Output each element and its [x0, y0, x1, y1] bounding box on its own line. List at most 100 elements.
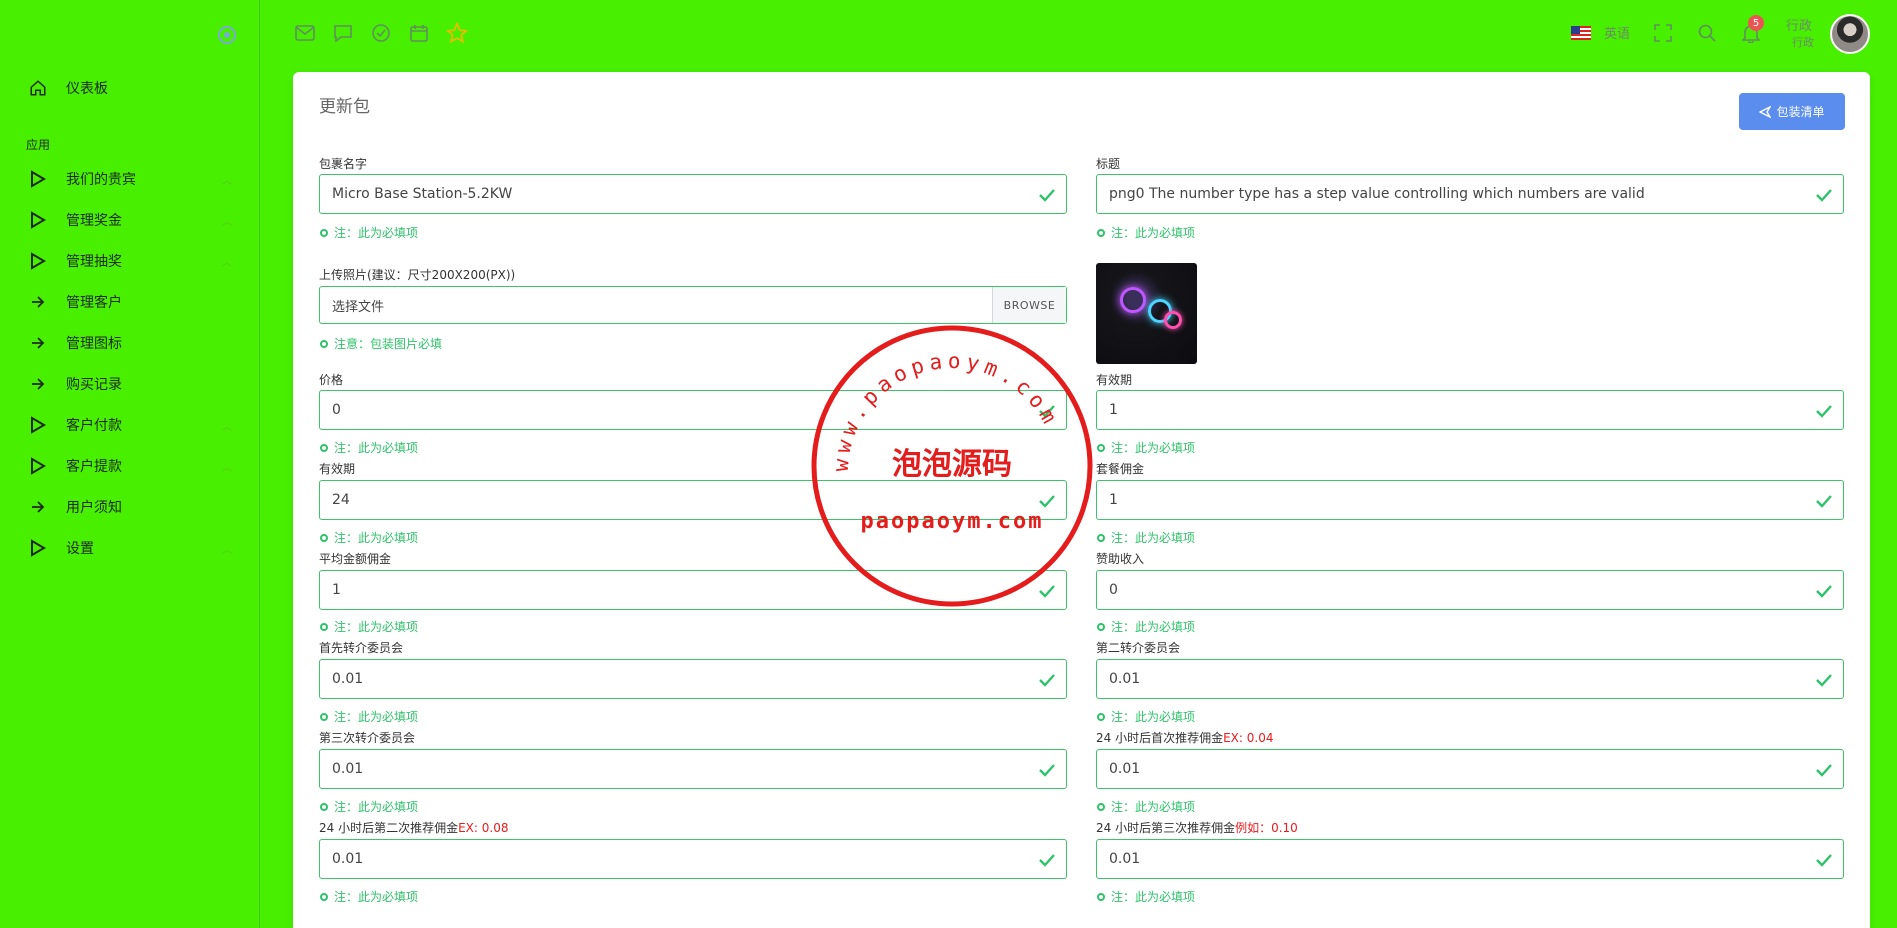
check-icon — [1816, 585, 1832, 598]
required-note-text: 注：此为必填项 — [1111, 800, 1196, 814]
flag-us-icon[interactable] — [1571, 25, 1591, 40]
avg-commission-input[interactable]: 1 — [319, 570, 1067, 610]
send-icon — [1759, 105, 1772, 118]
update-package-card: 更新包 包装清单 包裹名字 Micro Base Station-5.2KW 注… — [293, 72, 1870, 928]
browse-button[interactable]: BROWSE — [992, 287, 1066, 323]
play-icon — [28, 456, 48, 476]
note-dot-icon — [320, 228, 328, 237]
note-dot-icon — [320, 892, 328, 901]
second-referral-label: 第二转介委员会 — [1096, 641, 1181, 655]
required-note-text: 注：此为必填项 — [334, 226, 419, 240]
required-note: 注：此为必填项 — [320, 708, 418, 725]
user-role: 行政 — [1792, 36, 1814, 49]
required-note-text: 注：此为必填项 — [1111, 620, 1196, 634]
package-list-button[interactable]: 包装清单 — [1739, 93, 1845, 130]
language-label[interactable]: 英语 — [1604, 23, 1630, 42]
after24-third-input[interactable]: 0.01 — [1096, 839, 1844, 879]
arrow-right-icon — [28, 374, 48, 394]
package-name-label: 包裹名字 — [319, 157, 368, 171]
sidebar-item-bonus[interactable]: 管理奖金 ︿ — [0, 200, 259, 240]
note-dot-icon — [320, 802, 328, 811]
check-icon — [1816, 764, 1832, 777]
required-note: 注：此为必填项 — [1097, 798, 1195, 815]
file-upload-field[interactable]: 选择文件 BROWSE — [319, 286, 1067, 324]
note-dot-icon — [1097, 443, 1105, 452]
sidebar-item-icons[interactable]: 管理图标 — [0, 323, 259, 363]
check-icon — [1039, 495, 1055, 508]
mail-icon[interactable] — [294, 22, 316, 44]
note-dot-icon — [320, 622, 328, 631]
check-icon — [1816, 674, 1832, 687]
after24-first-input[interactable]: 0.01 — [1096, 749, 1844, 789]
search-icon[interactable] — [1696, 22, 1718, 44]
note-dot-icon — [1097, 622, 1105, 631]
price-input[interactable]: 0 — [319, 390, 1067, 430]
avg-commission-label: 平均金额佣金 — [319, 552, 392, 566]
sidebar-item-user-notice[interactable]: 用户须知 — [0, 487, 259, 527]
sidebar-item-label: 管理奖金 — [66, 213, 122, 229]
sidebar-item-label: 购买记录 — [66, 377, 122, 393]
sponsor-income-label: 赞助收入 — [1096, 552, 1145, 566]
note-dot-icon — [1097, 533, 1105, 542]
sidebar-toggle-icon[interactable] — [218, 26, 236, 44]
required-note: 注：此为必填项 — [320, 224, 418, 241]
first-referral-value: 0.01 — [332, 671, 364, 687]
third-referral-input[interactable]: 0.01 — [319, 749, 1067, 789]
check-circle-icon[interactable] — [370, 22, 392, 44]
page-title: 更新包 — [319, 97, 370, 117]
sidebar-item-label: 仪表板 — [66, 81, 108, 97]
sidebar-item-payments[interactable]: 客户付款 ︿ — [0, 405, 259, 445]
title-label: 标题 — [1096, 157, 1121, 171]
sidebar-item-purchases[interactable]: 购买记录 — [0, 364, 259, 404]
validity-right-label: 有效期 — [1096, 373, 1133, 387]
home-icon — [28, 78, 48, 98]
chevron-up-icon: ︿ — [222, 216, 232, 228]
package-name-value: Micro Base Station-5.2KW — [332, 186, 513, 202]
image-note-text: 注意：包装图片必填 — [334, 337, 443, 351]
sidebar-item-label: 设置 — [66, 541, 94, 557]
arrow-right-icon — [28, 497, 48, 517]
sponsor-income-input[interactable]: 0 — [1096, 570, 1844, 610]
chevron-up-icon: ︿ — [222, 462, 232, 474]
second-referral-input[interactable]: 0.01 — [1096, 659, 1844, 699]
sponsor-income-value: 0 — [1109, 582, 1118, 598]
sidebar-item-withdrawals[interactable]: 客户提款 ︿ — [0, 446, 259, 486]
package-commission-input[interactable]: 1 — [1096, 480, 1844, 520]
note-dot-icon — [1097, 712, 1105, 721]
sidebar-item-vip[interactable]: 我们的贵宾 ︿ — [0, 159, 259, 199]
package-name-input[interactable]: Micro Base Station-5.2KW — [319, 174, 1067, 214]
validity-right-input[interactable]: 1 — [1096, 390, 1844, 430]
chat-icon[interactable] — [332, 22, 354, 44]
check-icon — [1039, 585, 1055, 598]
check-icon — [1816, 189, 1832, 202]
first-referral-input[interactable]: 0.01 — [319, 659, 1067, 699]
calendar-icon[interactable] — [408, 22, 430, 44]
package-list-button-label: 包装清单 — [1776, 105, 1825, 119]
sidebar-item-lottery[interactable]: 管理抽奖 ︿ — [0, 241, 259, 281]
user-name: 行政 — [1786, 19, 1813, 34]
play-icon — [28, 210, 48, 230]
after24-second-input[interactable]: 0.01 — [319, 839, 1067, 879]
check-icon — [1816, 405, 1832, 418]
after24-second-label: 24 小时后第二次推荐佣金EX: 0.08 — [319, 819, 508, 836]
play-icon — [28, 415, 48, 435]
sidebar-item-settings[interactable]: 设置 ︿ — [0, 528, 259, 568]
sidebar-item-dashboard[interactable]: 仪表板 — [0, 68, 259, 108]
after24-second-value: 0.01 — [332, 851, 364, 867]
check-icon — [1816, 495, 1832, 508]
required-note-text: 注：此为必填项 — [1111, 531, 1196, 545]
required-note: 注：此为必填项 — [1097, 529, 1195, 546]
star-icon[interactable] — [446, 22, 468, 44]
check-icon — [1816, 854, 1832, 867]
avatar[interactable] — [1830, 14, 1870, 54]
required-note: 注：此为必填项 — [1097, 708, 1195, 725]
validity-input[interactable]: 24 — [319, 480, 1067, 520]
sidebar-item-label: 用户须知 — [66, 500, 122, 516]
sidebar-item-customers[interactable]: 管理客户 — [0, 282, 259, 322]
price-label: 价格 — [319, 373, 344, 387]
arrow-right-icon — [28, 333, 48, 353]
fullscreen-icon[interactable] — [1652, 22, 1674, 44]
check-icon — [1039, 674, 1055, 687]
required-note-text: 注：此为必填项 — [1111, 441, 1196, 455]
title-input[interactable]: png0 The number type has a step value co… — [1096, 174, 1844, 214]
